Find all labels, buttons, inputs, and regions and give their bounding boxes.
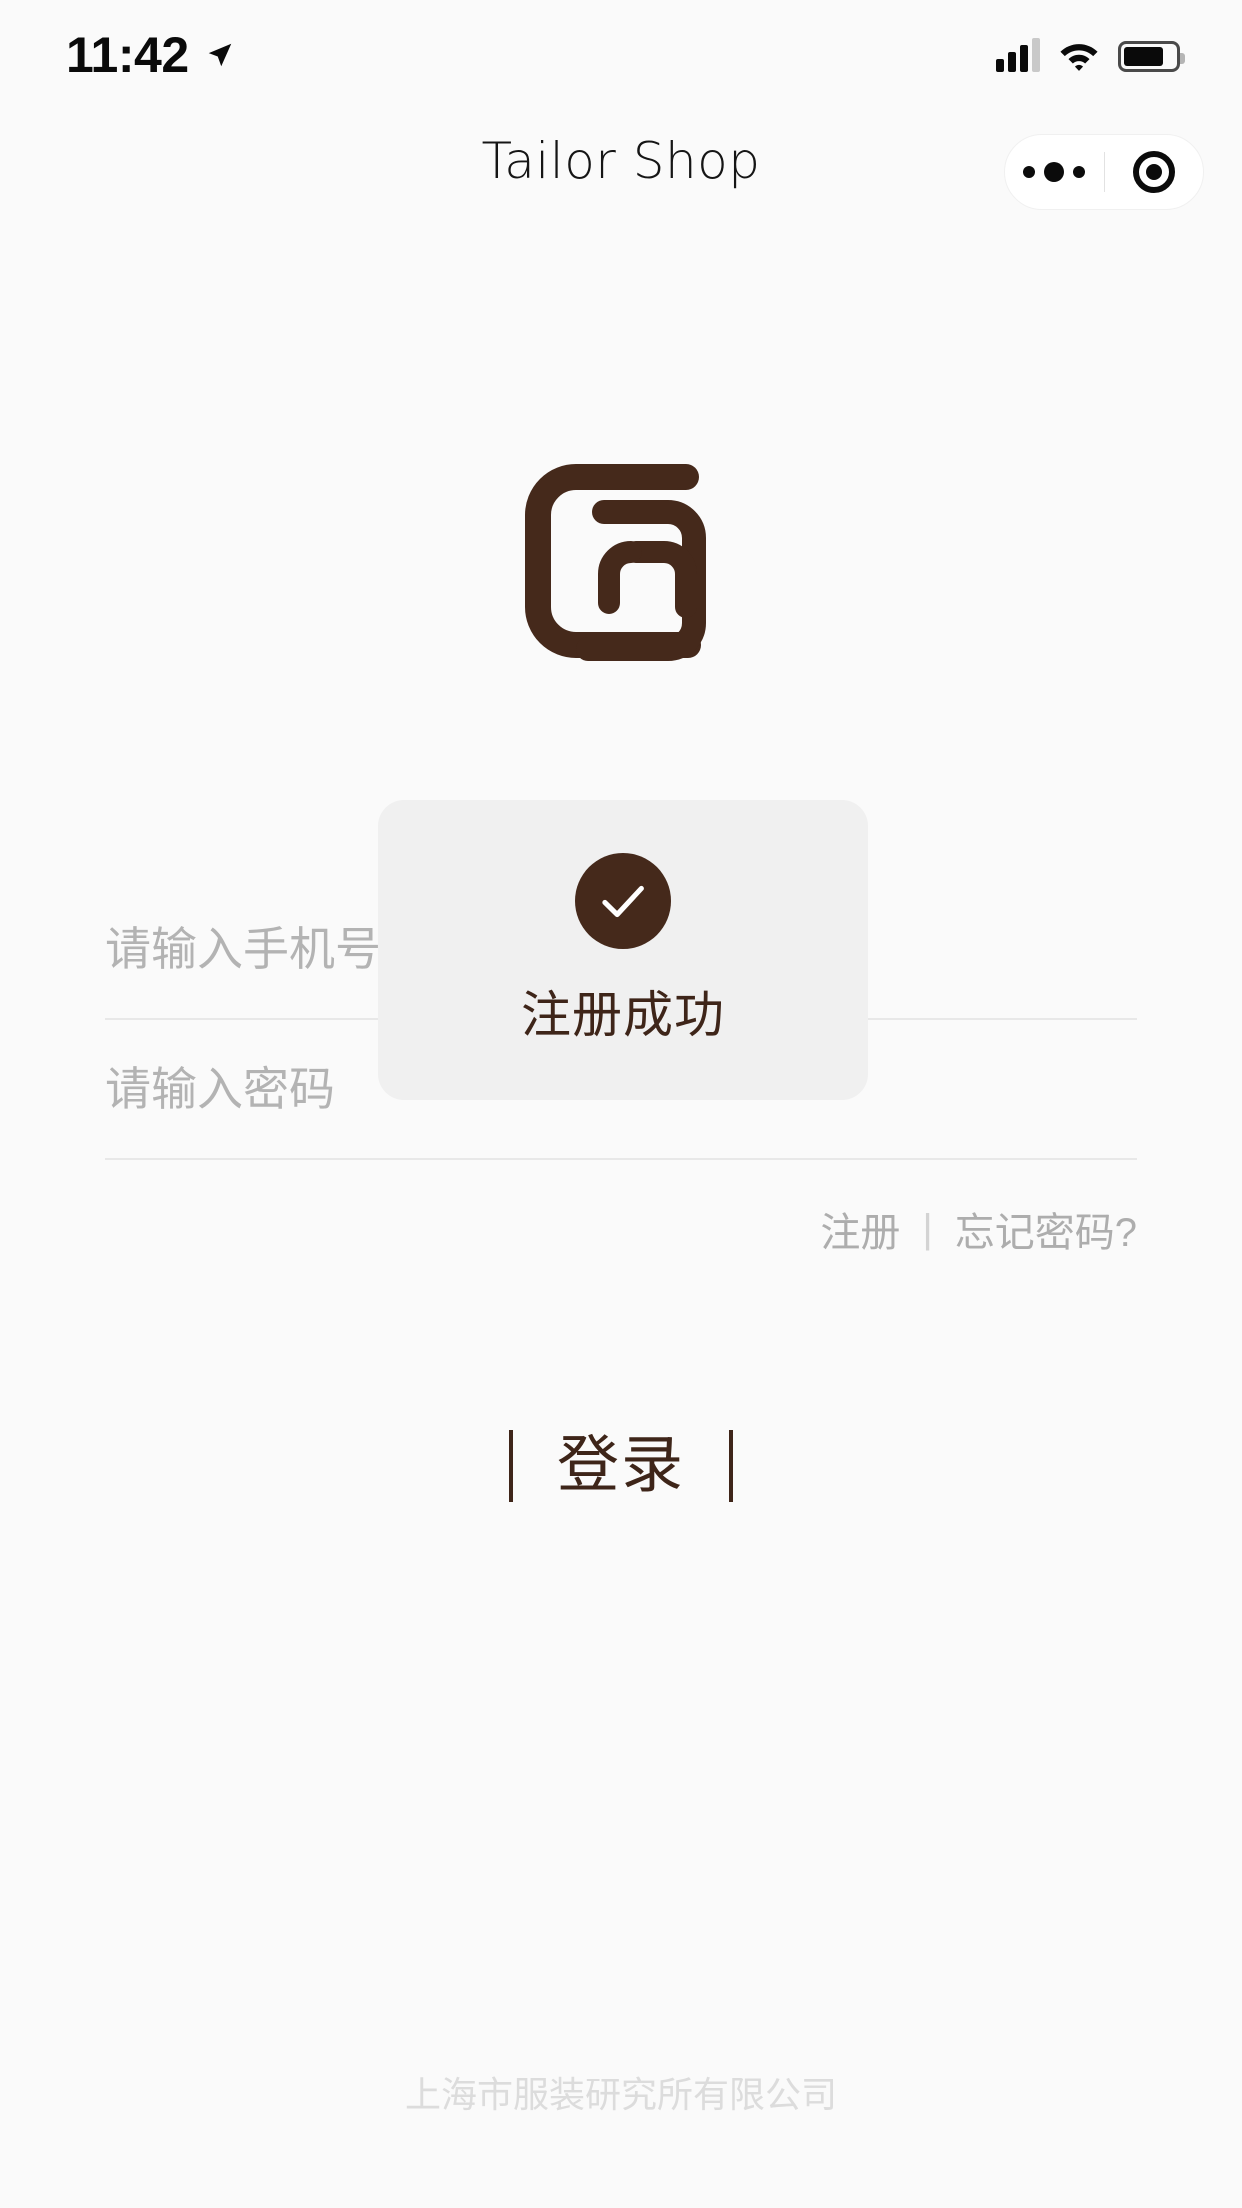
toast-message: 注册成功 (521, 987, 725, 1043)
more-dots-icon[interactable] (1005, 162, 1104, 182)
tailor-shop-logo-icon (525, 464, 706, 661)
wifi-icon (1060, 44, 1098, 71)
success-toast: 注册成功 (378, 800, 868, 1100)
target-circle-icon[interactable] (1105, 151, 1204, 193)
status-bar-right (996, 38, 1185, 72)
status-bar: 11:42 (0, 0, 1242, 110)
status-time: 11:42 (66, 27, 189, 83)
login-button[interactable]: 登录 (557, 1435, 685, 1497)
link-separator: | (922, 1206, 933, 1251)
login-right-bar (729, 1430, 733, 1502)
check-circle-icon (575, 853, 671, 949)
form-links: 注册 | 忘记密码? (105, 1200, 1137, 1258)
battery-icon (1118, 41, 1185, 72)
location-arrow-icon (208, 43, 231, 67)
wechat-capsule (1004, 134, 1204, 210)
nav-bar: Tailor Shop (0, 110, 1242, 238)
login-button-row[interactable]: 登录 (0, 1430, 1242, 1502)
status-bar-left: 11:42 (66, 30, 235, 80)
cellular-signal-icon (996, 38, 1040, 72)
forgot-password-link[interactable]: 忘记密码? (955, 1200, 1137, 1258)
brand-logo (0, 455, 1242, 700)
footer-company: 上海市服装研究所有限公司 (404, 2074, 837, 2115)
login-left-bar (508, 1430, 513, 1502)
login-screen: 11:42 Tailor Shop 请输入手机号 注册 | 忘记密码? 登录 上… (0, 0, 1242, 2208)
register-link[interactable]: 注册 (820, 1200, 900, 1258)
